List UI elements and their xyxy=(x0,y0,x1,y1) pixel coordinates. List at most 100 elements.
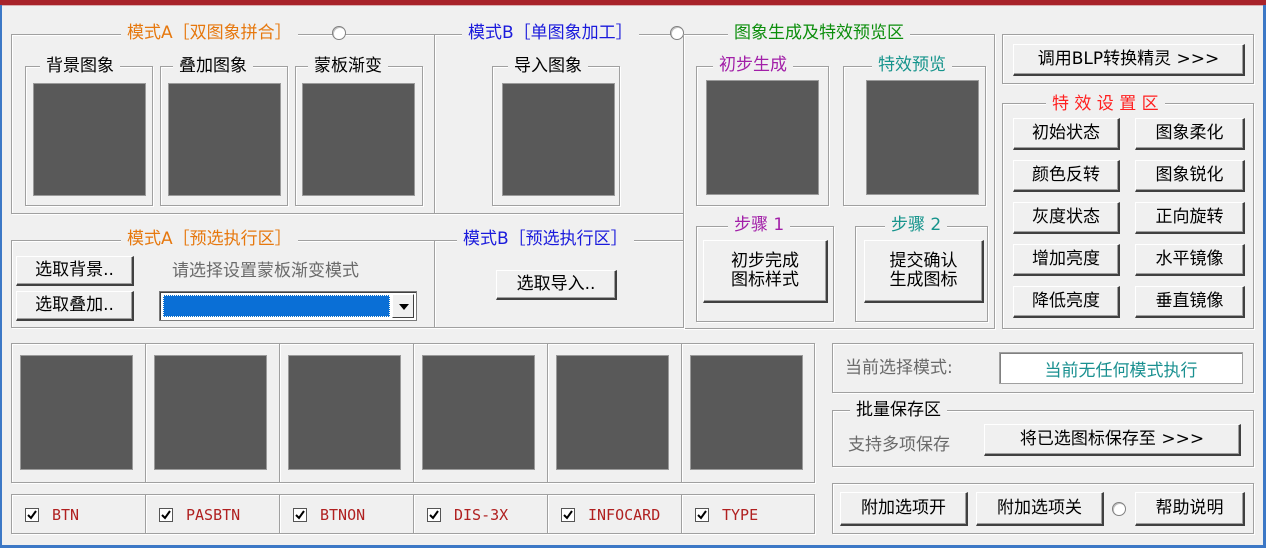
mode-b-exec-title: 模式B［预选执行区］ xyxy=(457,228,634,250)
checkbox-btn-label: BTN xyxy=(52,506,80,524)
mask-mode-select[interactable] xyxy=(159,291,417,321)
select-overlay-button[interactable]: 选取叠加.. xyxy=(16,291,134,321)
mode-b-radio[interactable] xyxy=(670,26,684,40)
effect-preview-label: 特效预览 xyxy=(872,54,952,76)
effect-brighten-label: 增加亮度 xyxy=(1032,249,1100,269)
checkbox-btn[interactable] xyxy=(25,508,39,522)
batch-save-hint: 支持多项保存 xyxy=(848,435,950,455)
icon-tile-type xyxy=(690,355,803,470)
extra-options-radio[interactable] xyxy=(1112,502,1126,516)
mode-b-title: 模式B［单图象加工］ xyxy=(462,22,639,44)
title-bar-line xyxy=(0,5,1266,6)
effect-hflip-label: 水平镜像 xyxy=(1155,249,1224,269)
effect-soften-button[interactable]: 图象柔化 xyxy=(1135,118,1245,150)
window-border-left xyxy=(0,5,2,548)
help-button[interactable]: 帮助说明 xyxy=(1135,492,1245,526)
icon-tile-btn xyxy=(20,355,133,470)
select-import-label: 选取导入.. xyxy=(516,274,596,294)
current-mode-label: 当前选择模式: xyxy=(845,358,953,378)
checkbox-pasbtn[interactable] xyxy=(159,508,173,522)
import-image-slot[interactable] xyxy=(502,83,615,196)
extra-options-on-button[interactable]: 附加选项开 xyxy=(840,492,968,526)
select-background-button[interactable]: 选取背景.. xyxy=(16,256,134,286)
effect-invert-button[interactable]: 颜色反转 xyxy=(1013,160,1120,192)
effect-rotate-button[interactable]: 正向旋转 xyxy=(1135,202,1245,234)
effect-invert-label: 颜色反转 xyxy=(1032,165,1100,185)
mode-a-radio[interactable] xyxy=(332,26,346,40)
select-import-button[interactable]: 选取导入.. xyxy=(496,270,617,300)
preview-title: 图象生成及特效预览区 xyxy=(728,22,910,44)
mode-a-title: 模式A［双图象拼合］ xyxy=(121,22,298,44)
step2-button[interactable]: 提交确认 生成图标 xyxy=(864,240,984,303)
mask-gradient-label: 蒙板渐变 xyxy=(308,55,388,77)
mode-a-exec-title: 模式A［预选执行区］ xyxy=(121,228,298,250)
checkbox-pasbtn-label: PASBTN xyxy=(186,506,241,524)
checkbox-type[interactable] xyxy=(695,508,709,522)
background-image-slot[interactable] xyxy=(33,83,146,196)
step1-label: 步骤 1 xyxy=(728,214,791,236)
checkbox-divider xyxy=(279,495,280,533)
checkbox-btnon-label: BTNON xyxy=(320,506,366,524)
checkbox-divider xyxy=(547,495,548,533)
effect-sharpen-label: 图象锐化 xyxy=(1155,165,1224,185)
checkbox-infocard[interactable] xyxy=(561,508,575,522)
effect-darken-button[interactable]: 降低亮度 xyxy=(1013,286,1120,318)
icon-tile-infocard xyxy=(556,355,669,470)
select-overlay-label: 选取叠加.. xyxy=(35,295,114,315)
overlay-image-label: 叠加图象 xyxy=(173,55,253,77)
help-label: 帮助说明 xyxy=(1155,498,1224,518)
current-mode-value: 当前无任何模式执行 xyxy=(999,352,1243,384)
batch-save-button[interactable]: 将已选图标保存至 >>> xyxy=(984,424,1241,456)
effect-sharpen-button[interactable]: 图象锐化 xyxy=(1135,160,1245,192)
checkbox-dis3x[interactable] xyxy=(427,508,441,522)
checkbox-divider xyxy=(413,495,414,533)
effect-initial-state-label: 初始状态 xyxy=(1032,123,1100,143)
batch-save-title: 批量保存区 xyxy=(850,399,947,421)
blp-converter-label: 调用BLP转换精灵 >>> xyxy=(1037,49,1220,69)
tile-divider xyxy=(145,344,146,482)
icon-tile-btnon xyxy=(288,355,401,470)
tile-divider xyxy=(547,344,548,482)
effect-rotate-label: 正向旋转 xyxy=(1155,207,1224,227)
extra-options-on-label: 附加选项开 xyxy=(861,498,946,518)
initial-preview-slot xyxy=(706,80,819,195)
checkbox-infocard-label: INFOCARD xyxy=(588,506,661,524)
initial-preview-label: 初步生成 xyxy=(713,54,793,76)
mask-mode-selection xyxy=(163,295,390,317)
effect-soften-label: 图象柔化 xyxy=(1155,123,1224,143)
batch-save-label: 将已选图标保存至 >>> xyxy=(1019,429,1205,449)
overlay-image-slot[interactable] xyxy=(168,83,281,196)
checkbox-type-label: TYPE xyxy=(722,506,759,524)
checkbox-btnon[interactable] xyxy=(293,508,307,522)
effect-vflip-button[interactable]: 垂直镜像 xyxy=(1135,286,1245,318)
mask-mode-hint: 请选择设置蒙板渐变模式 xyxy=(172,261,359,281)
effect-initial-state-button[interactable]: 初始状态 xyxy=(1013,118,1120,150)
step2-button-label: 提交确认 生成图标 xyxy=(889,251,958,290)
extra-options-off-label: 附加选项关 xyxy=(997,498,1082,518)
select-background-label: 选取背景.. xyxy=(35,260,114,280)
blp-converter-button[interactable]: 调用BLP转换精灵 >>> xyxy=(1013,44,1245,76)
effects-title: 特 效 设 置 区 xyxy=(1046,93,1165,115)
extra-options-off-button[interactable]: 附加选项关 xyxy=(976,492,1104,526)
checkbox-dis3x-label: DIS-3X xyxy=(454,506,509,524)
effect-grayscale-button[interactable]: 灰度状态 xyxy=(1013,202,1120,234)
effect-darken-label: 降低亮度 xyxy=(1032,291,1100,311)
background-image-label: 背景图象 xyxy=(40,55,120,77)
effect-grayscale-label: 灰度状态 xyxy=(1032,207,1100,227)
tile-divider xyxy=(681,344,682,482)
import-image-label: 导入图象 xyxy=(508,55,588,77)
checkbox-divider xyxy=(145,495,146,533)
checkbox-divider xyxy=(681,495,682,533)
tile-divider xyxy=(279,344,280,482)
effect-preview-slot xyxy=(866,80,979,195)
tile-divider xyxy=(413,344,414,482)
effect-brighten-button[interactable]: 增加亮度 xyxy=(1013,244,1120,276)
mask-gradient-slot[interactable] xyxy=(302,83,415,196)
chevron-down-icon[interactable] xyxy=(392,294,414,318)
icon-tile-dis3x xyxy=(422,355,535,470)
step2-label: 步骤 2 xyxy=(885,214,948,236)
effect-hflip-button[interactable]: 水平镜像 xyxy=(1135,244,1245,276)
icon-tile-pasbtn xyxy=(154,355,267,470)
step1-button-label: 初步完成 图标样式 xyxy=(731,251,799,290)
step1-button[interactable]: 初步完成 图标样式 xyxy=(703,240,828,303)
